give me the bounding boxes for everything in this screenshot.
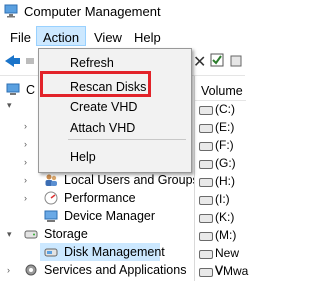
tree-item-label: Local Users and Groups: [64, 173, 199, 187]
drive-icon: [199, 196, 213, 205]
volume-header-label: Volume: [201, 84, 243, 98]
volume-row[interactable]: VMwa: [195, 263, 249, 280]
volume-column-header[interactable]: Volume: [195, 82, 246, 101]
volume-row[interactable]: (E:): [195, 119, 246, 136]
chevron-right-icon[interactable]: ›: [24, 193, 27, 203]
volume-label: (I:): [215, 192, 230, 206]
properties-check-icon[interactable]: [210, 53, 224, 67]
services-icon: [25, 264, 37, 276]
menu-file[interactable]: File: [10, 30, 31, 45]
chevron-right-icon[interactable]: ›: [24, 139, 27, 149]
menu-view[interactable]: View: [94, 30, 122, 45]
volume-row[interactable]: (G:): [195, 155, 246, 172]
menu-item-help[interactable]: Help: [70, 150, 96, 164]
users-icon: [45, 174, 57, 186]
drive-icon: [199, 124, 213, 133]
action-menu-dropdown: Refresh Rescan Disks Create VHD Attach V…: [38, 48, 192, 173]
rescan-disks-highlight: [40, 71, 151, 97]
volume-row[interactable]: (F:): [195, 137, 246, 154]
volume-row[interactable]: (M:): [195, 227, 246, 244]
drive-icon: [199, 250, 213, 259]
chevron-down-icon[interactable]: ▾: [7, 229, 12, 240]
menu-item-attach-vhd[interactable]: Attach VHD: [70, 121, 135, 135]
delete-x-icon[interactable]: ✕: [193, 52, 206, 72]
tree-item-root-label: C: [26, 83, 36, 97]
tree-item-disk-management[interactable]: Disk Management: [40, 243, 165, 261]
disk-management-icon: [44, 248, 58, 257]
menu-action[interactable]: Action: [36, 26, 87, 46]
toolbar-more-icon[interactable]: [229, 54, 243, 68]
tree-item-label: Services and Applications: [44, 263, 187, 277]
window-title: Computer Management: [24, 4, 161, 19]
chevron-down-icon[interactable]: ▾: [7, 100, 12, 111]
drive-icon: [199, 268, 213, 277]
menu-bar: File Action View Help: [0, 26, 245, 48]
drive-icon: [199, 232, 213, 241]
volume-label: (M:): [215, 228, 237, 242]
volume-label: (H:): [215, 174, 235, 188]
tree-item-label: Device Manager: [64, 209, 156, 223]
volume-label: (F:): [215, 138, 234, 152]
volume-row[interactable]: New V: [195, 245, 246, 277]
volume-row[interactable]: (C:): [195, 101, 246, 118]
chevron-right-icon[interactable]: ›: [24, 157, 27, 167]
computer-icon: [6, 83, 20, 95]
computer-management-icon: [4, 4, 18, 18]
menu-help[interactable]: Help: [134, 30, 161, 45]
volume-label: (K:): [215, 210, 235, 224]
forward-arrow-icon[interactable]: [26, 58, 34, 64]
volume-row[interactable]: (H:): [195, 173, 246, 190]
back-arrow-stem: [12, 58, 20, 64]
menu-separator: [68, 139, 186, 140]
chevron-right-icon[interactable]: ›: [7, 265, 10, 275]
volume-row[interactable]: (K:): [195, 209, 246, 226]
drive-icon: [199, 142, 213, 151]
performance-icon: [44, 191, 58, 205]
drive-icon: [199, 178, 213, 187]
volume-label: (E:): [215, 120, 235, 134]
volume-label: (G:): [215, 156, 236, 170]
tree-item-label: Storage: [44, 227, 88, 241]
tree-item-label: Disk Management: [64, 245, 165, 259]
chevron-right-icon[interactable]: ›: [24, 121, 27, 131]
volume-label: VMwa: [215, 264, 249, 278]
volume-label: (C:): [215, 102, 235, 116]
menu-item-refresh[interactable]: Refresh: [70, 56, 114, 70]
device-manager-icon: [44, 210, 58, 222]
title-bar: Computer Management: [0, 0, 245, 24]
volume-row[interactable]: (I:): [195, 191, 246, 208]
volume-list-pane: Volume (C:) (E:) (F:) (G:) (H:) (I:) (K:…: [194, 76, 249, 281]
storage-icon: [24, 230, 38, 239]
chevron-right-icon[interactable]: ›: [24, 175, 27, 185]
menu-item-create-vhd[interactable]: Create VHD: [70, 100, 137, 114]
drive-icon: [199, 106, 213, 115]
drive-icon: [199, 160, 213, 169]
tree-item-label: Performance: [64, 191, 136, 205]
drive-icon: [199, 214, 213, 223]
